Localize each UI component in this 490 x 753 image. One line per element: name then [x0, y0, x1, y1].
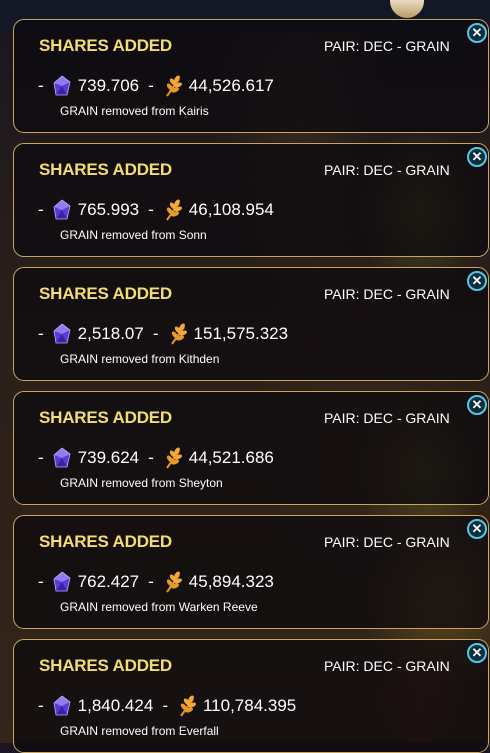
removed-message: GRAIN removed from Kairis: [60, 104, 209, 118]
amount-row: - 739.706 - 44,526.617: [38, 74, 274, 98]
amount-row: - 2,518.07 - 151,575.323: [38, 322, 288, 346]
amount-row: - 739.624 - 44,521.686: [38, 446, 274, 470]
close-icon: ✕: [471, 273, 483, 288]
grain-amount: 110,784.395: [202, 696, 297, 715]
dash-separator: -: [38, 324, 44, 343]
toast-title: SHARES ADDED: [39, 284, 172, 303]
grain-amount: 45,894.323: [188, 572, 274, 591]
removed-message: GRAIN removed from Everfall: [60, 724, 219, 738]
wheat-icon: [180, 695, 197, 717]
amount-row: - 762.427 - 45,894.323: [38, 570, 274, 594]
toast-title: SHARES ADDED: [39, 408, 172, 427]
close-button[interactable]: ✕: [467, 147, 487, 167]
notification-toast: SHARES ADDED PAIR: DEC - GRAIN ✕ - 1,840…: [13, 639, 489, 753]
pair-label: PAIR: DEC - GRAIN: [324, 286, 450, 302]
dash-separator: -: [38, 200, 44, 219]
grain-amount: 44,526.617: [188, 76, 274, 95]
removed-message: GRAIN removed from Sheyton: [60, 476, 223, 490]
dec-amount: 765.993: [77, 200, 140, 219]
dec-amount: 739.706: [77, 76, 140, 95]
close-icon: ✕: [471, 521, 483, 536]
purple-crystal-icon: [53, 695, 71, 716]
toast-title: SHARES ADDED: [39, 36, 172, 55]
close-button[interactable]: ✕: [467, 23, 487, 43]
dash-separator: -: [38, 76, 44, 95]
dec-amount: 762.427: [77, 572, 140, 591]
dash-separator: -: [38, 572, 44, 591]
removed-message: GRAIN removed from Sonn: [60, 228, 207, 242]
close-button[interactable]: ✕: [467, 271, 487, 291]
close-icon: ✕: [471, 25, 483, 40]
purple-crystal-icon: [53, 447, 71, 468]
removed-message: GRAIN removed from Warken Reeve: [60, 600, 258, 614]
notification-toast: SHARES ADDED PAIR: DEC - GRAIN ✕ - 762.4…: [13, 515, 489, 629]
close-button[interactable]: ✕: [467, 519, 487, 539]
close-icon: ✕: [471, 397, 483, 412]
dec-amount: 1,840.424: [77, 696, 154, 715]
grain-amount: 46,108.954: [188, 200, 274, 219]
notification-toast: SHARES ADDED PAIR: DEC - GRAIN ✕ - 2,518…: [13, 267, 489, 381]
dash-separator: -: [148, 448, 154, 467]
notification-toast: SHARES ADDED PAIR: DEC - GRAIN ✕ - 739.6…: [13, 391, 489, 505]
wheat-icon: [165, 447, 182, 469]
wheat-icon: [165, 571, 182, 593]
purple-crystal-icon: [53, 323, 71, 344]
purple-crystal-icon: [53, 571, 71, 592]
dec-amount: 739.624: [77, 448, 140, 467]
notification-toast: SHARES ADDED PAIR: DEC - GRAIN ✕ - 765.9…: [13, 143, 489, 257]
wheat-icon: [165, 199, 182, 221]
purple-crystal-icon: [53, 75, 71, 96]
close-icon: ✕: [471, 149, 483, 164]
wheat-icon: [170, 323, 187, 345]
wheat-icon: [165, 75, 182, 97]
dash-separator: -: [38, 448, 44, 467]
removed-message: GRAIN removed from Kithden: [60, 352, 220, 366]
notification-toast: SHARES ADDED PAIR: DEC - GRAIN ✕ - 739.7…: [13, 19, 489, 133]
dash-separator: -: [38, 696, 44, 715]
toast-title: SHARES ADDED: [39, 160, 172, 179]
dash-separator: -: [148, 76, 154, 95]
close-icon: ✕: [471, 645, 483, 660]
dash-separator: -: [162, 696, 168, 715]
pair-label: PAIR: DEC - GRAIN: [324, 410, 450, 426]
dash-separator: -: [152, 324, 159, 343]
dash-separator: -: [148, 572, 154, 591]
amount-row: - 765.993 - 46,108.954: [38, 198, 274, 222]
pair-label: PAIR: DEC - GRAIN: [324, 658, 450, 674]
close-button[interactable]: ✕: [467, 395, 487, 415]
grain-amount: 151,575.323: [193, 324, 289, 343]
close-button[interactable]: ✕: [467, 643, 487, 663]
amount-row: - 1,840.424 - 110,784.395: [38, 694, 296, 718]
pair-label: PAIR: DEC - GRAIN: [324, 38, 450, 54]
toast-title: SHARES ADDED: [39, 532, 172, 551]
pair-label: PAIR: DEC - GRAIN: [324, 162, 450, 178]
dash-separator: -: [148, 200, 154, 219]
toast-title: SHARES ADDED: [39, 656, 172, 675]
grain-amount: 44,521.686: [188, 448, 274, 467]
purple-crystal-icon: [53, 199, 71, 220]
dec-amount: 2,518.07: [77, 324, 144, 343]
pair-label: PAIR: DEC - GRAIN: [324, 534, 450, 550]
